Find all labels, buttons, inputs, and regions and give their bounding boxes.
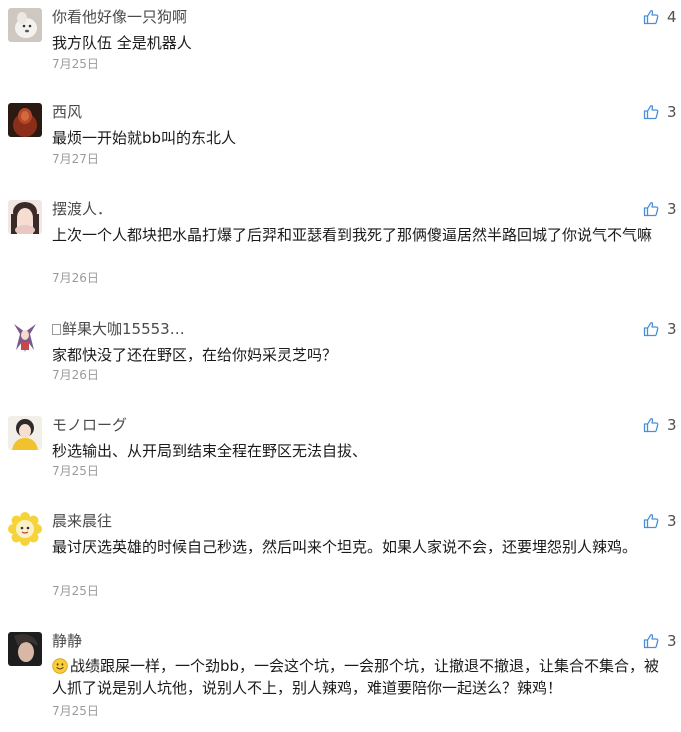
thumbs-up-icon [643,9,659,25]
comment-nickname[interactable]: 静静 [52,632,82,650]
like-button[interactable]: 3 [643,632,677,650]
placeholder-glyph [52,324,61,335]
like-button[interactable]: 3 [643,416,677,434]
comment-nickname-text: 鲜果大咖15553… [62,320,185,338]
thumbs-up-icon [643,633,659,649]
anime-character-avatar-icon[interactable] [8,320,42,354]
comment-date: 7月27日 [52,152,99,166]
girl-portrait-avatar-icon[interactable] [8,200,42,234]
like-button[interactable]: 3 [643,103,677,121]
comment-date: 7月25日 [52,464,99,478]
white-dog-avatar-icon[interactable] [8,8,42,42]
comment-text-body: 战绩跟屎一样，一个劲bb，一会这个坑，一会那个坑，让撤退不撤退，让集合不集合，被… [52,657,660,697]
comment-text: 上次一个人都块把水晶打爆了后羿和亚瑟看到我死了那俩傻逼居然半路回城了你说气不气嘛 [52,226,653,244]
comment-text: 最讨厌选英雄的时候自己秒选，然后叫来个坦克。如果人家说不会，还要埋怨别人辣鸡。 [52,538,638,556]
comment-date: 7月26日 [52,271,99,285]
like-count: 4 [667,8,677,26]
like-count: 3 [667,632,677,650]
like-button[interactable]: 4 [643,8,677,26]
like-count: 3 [667,512,677,530]
thumbs-up-icon [643,417,659,433]
sunflower-avatar-icon[interactable] [8,512,42,546]
comment-text: 家都快没了还在野区，在给你妈采灵芝吗？ [52,346,338,364]
like-count: 3 [667,416,677,434]
comment-nickname[interactable]: 摆渡人． [52,200,112,218]
red-figure-avatar-icon[interactable] [8,103,42,137]
thumbs-up-icon [643,104,659,120]
like-count: 3 [667,320,677,338]
like-count: 3 [667,103,677,121]
thumbs-up-icon [643,321,659,337]
like-button[interactable]: 3 [643,512,677,530]
smiley-face-emoji-icon [52,658,68,674]
comment-date: 7月25日 [52,704,99,718]
comment-date: 7月25日 [52,584,99,598]
like-button[interactable]: 3 [643,200,677,218]
thumbs-up-icon [643,201,659,217]
girl-yellow-avatar-icon[interactable] [8,416,42,450]
dark-hair-portrait-avatar-icon[interactable] [8,632,42,666]
like-button[interactable]: 3 [643,320,677,338]
comment-date: 7月25日 [52,57,99,71]
comment-text: 秒选输出、从开局到结束全程在野区无法自拔、 [52,442,368,460]
comment-nickname[interactable]: 西风 [52,103,82,121]
thumbs-up-icon [643,513,659,529]
comment-text: 我方队伍 全是机器人 [52,34,192,52]
comment-text: 战绩跟屎一样，一个劲bb，一会这个坑，一会那个坑，让撤退不撤退，让集合不集合，被… [52,655,668,699]
comment-text: 最烦一开始就bb叫的东北人 [52,129,237,147]
comment-date: 7月26日 [52,368,99,382]
comment-nickname[interactable]: 鲜果大咖15553… [52,320,185,338]
comment-nickname[interactable]: 晨来晨往 [52,512,112,530]
comment-nickname[interactable]: 你看他好像一只狗啊 [52,8,187,26]
comment-nickname[interactable]: モノローグ [52,416,127,434]
like-count: 3 [667,200,677,218]
